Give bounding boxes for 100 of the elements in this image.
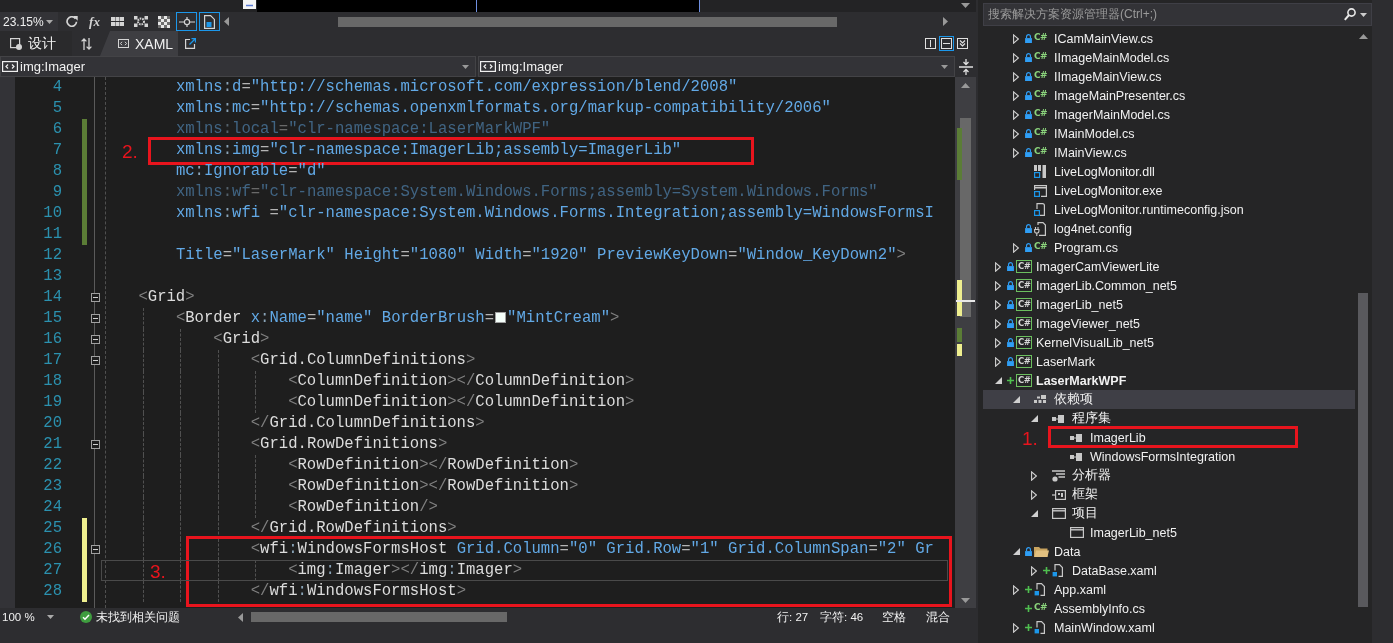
tree-item[interactable]: 框架	[1072, 486, 1098, 503]
toolbar-button[interactable]	[199, 12, 220, 31]
zoom-dropdown[interactable]: 100 %	[0, 608, 62, 626]
tree-item[interactable]: ICamMainView.cs	[1054, 31, 1154, 46]
expand-icon[interactable]	[1013, 584, 1019, 595]
collapse-icon[interactable]	[1012, 396, 1020, 403]
scrollbar-thumb[interactable]	[960, 118, 971, 317]
expand-icon[interactable]	[995, 318, 1001, 329]
search-field[interactable]: 搜索解决方案资源管理器(Ctrl+;)	[983, 2, 1372, 26]
tree-item[interactable]: LiveLogMonitor.dll	[1054, 164, 1155, 179]
tree-item[interactable]: ImagerLib	[1090, 430, 1146, 445]
expand-icon[interactable]	[1013, 33, 1019, 44]
tree-item[interactable]: ImagerLib.Common_net5	[1036, 278, 1178, 293]
tree-item[interactable]: KernelVisualLib_net5	[1036, 335, 1154, 350]
expand-icon[interactable]	[1031, 565, 1037, 576]
toolbar-button[interactable]	[176, 12, 197, 31]
tree-item[interactable]: AssemblyInfo.cs	[1054, 601, 1145, 616]
line-ending-indicator[interactable]: 混合	[926, 609, 950, 625]
scrollbar-thumb[interactable]	[251, 612, 507, 622]
scroll-down-icon[interactable]	[961, 3, 970, 8]
pane-button[interactable]	[955, 36, 970, 51]
tab[interactable]: 设计	[0, 31, 72, 56]
expand-icon[interactable]	[1013, 147, 1019, 158]
tree-item[interactable]: 程序集	[1072, 410, 1111, 427]
expand-icon[interactable]	[995, 299, 1001, 310]
collapse-icon[interactable]	[1030, 415, 1038, 422]
scrollbar-thumb[interactable]	[338, 16, 837, 27]
collapse-icon[interactable]	[90, 356, 100, 365]
search-icon[interactable]	[1344, 7, 1356, 21]
scroll-up-icon[interactable]	[961, 83, 970, 88]
tree-item[interactable]: ImageMainPresenter.cs	[1054, 88, 1186, 103]
tree-item[interactable]: ImagerLib_net5	[1036, 297, 1123, 312]
collapse-icon[interactable]	[994, 377, 1002, 384]
code-line: xmlns:d="http://schemas.microsoft.com/expression/blend/2008"	[175, 78, 738, 96]
indent-indicator[interactable]: 空格	[882, 609, 926, 625]
expand-icon[interactable]	[1013, 71, 1019, 82]
expand-icon[interactable]	[1013, 90, 1019, 101]
expand-icon[interactable]	[1031, 489, 1037, 500]
tree-item[interactable]: ImagerCamViewerLite	[1036, 259, 1160, 274]
tree-item[interactable]: Data	[1054, 544, 1081, 559]
scroll-up-icon[interactable]	[1359, 34, 1368, 39]
expand-icon[interactable]	[995, 337, 1001, 348]
tree-item[interactable]: WindowsFormsIntegration	[1090, 449, 1236, 464]
tab[interactable]: XAML	[100, 31, 178, 56]
pane-button[interactable]	[923, 36, 938, 51]
issues-status[interactable]: 未找到相关问题	[96, 609, 180, 625]
vertical-scrollbar[interactable]	[955, 77, 976, 608]
tree-item[interactable]: ImagerMainModel.cs	[1054, 107, 1170, 122]
scroll-right-icon[interactable]	[943, 17, 948, 26]
tree-item[interactable]: Program.cs	[1054, 240, 1118, 255]
collapse-icon[interactable]	[90, 440, 100, 449]
pane-button[interactable]	[939, 36, 954, 51]
scroll-down-icon[interactable]	[961, 598, 970, 603]
tree-item[interactable]: ImageViewer_net5	[1036, 316, 1140, 331]
expand-icon[interactable]	[995, 356, 1001, 367]
collapse-icon[interactable]	[1030, 510, 1038, 517]
collapse-icon[interactable]	[90, 293, 100, 302]
tree-item[interactable]: LiveLogMonitor.runtimeconfig.json	[1054, 202, 1244, 217]
tree-item[interactable]: 分析器	[1072, 467, 1111, 484]
tree-item[interactable]: IImageMainModel.cs	[1054, 50, 1170, 65]
tree-item[interactable]: IMainView.cs	[1054, 145, 1127, 160]
dropdown[interactable]: img:Imager	[0, 56, 476, 77]
tree-item[interactable]: ImagerLib_net5	[1090, 525, 1177, 540]
collapse-icon[interactable]	[90, 314, 100, 323]
expand-icon[interactable]	[1013, 622, 1019, 633]
scroll-left-icon[interactable]	[238, 612, 243, 622]
tree-item[interactable]: log4net.config	[1054, 221, 1132, 236]
column-indicator: 字符: 46	[820, 609, 865, 625]
tree-item[interactable]: LaserMarkWPF	[1036, 373, 1127, 388]
selected-row[interactable]: 依赖项	[983, 390, 1355, 409]
collapse-icon[interactable]	[90, 335, 100, 344]
expand-icon[interactable]	[1013, 128, 1019, 139]
up-down-arrows-icon[interactable]	[80, 37, 92, 50]
tree-item[interactable]: IImageMainView.cs	[1054, 69, 1162, 84]
collapse-icon[interactable]	[90, 545, 100, 554]
popout-icon[interactable]	[185, 38, 196, 49]
splitter-icon[interactable]	[958, 58, 973, 75]
caret-icon[interactable]	[1360, 12, 1367, 17]
toolbar-button[interactable]: fx	[84, 12, 105, 31]
tree-item[interactable]: DataBase.xaml	[1072, 563, 1157, 578]
tree-item[interactable]: LaserMark	[1036, 354, 1096, 369]
tree-item[interactable]: MainWindow.xaml	[1054, 620, 1155, 635]
dropdown[interactable]: img:Imager	[478, 56, 955, 77]
scroll-left-icon[interactable]	[224, 17, 229, 26]
csharp-icon: C#	[1034, 89, 1048, 99]
tree-item[interactable]: LiveLogMonitor.exe	[1054, 183, 1163, 198]
tree-item[interactable]: 依赖项	[1054, 391, 1093, 408]
tree-item[interactable]: IMainModel.cs	[1054, 126, 1135, 141]
expand-icon[interactable]	[1013, 109, 1019, 120]
expand-icon[interactable]	[995, 261, 1001, 272]
zoom-dropdown[interactable]: 23.15%	[0, 12, 58, 31]
scrollbar-thumb[interactable]	[1358, 293, 1368, 607]
expand-icon[interactable]	[1013, 52, 1019, 63]
tree-item[interactable]: App.xaml	[1054, 582, 1107, 597]
collapse-icon[interactable]	[1012, 548, 1020, 555]
expand-icon[interactable]	[995, 280, 1001, 291]
horizontal-split-icon	[941, 38, 952, 49]
expand-icon[interactable]	[1031, 470, 1037, 481]
tree-item[interactable]: 项目	[1072, 505, 1098, 522]
expand-icon[interactable]	[1013, 242, 1019, 253]
